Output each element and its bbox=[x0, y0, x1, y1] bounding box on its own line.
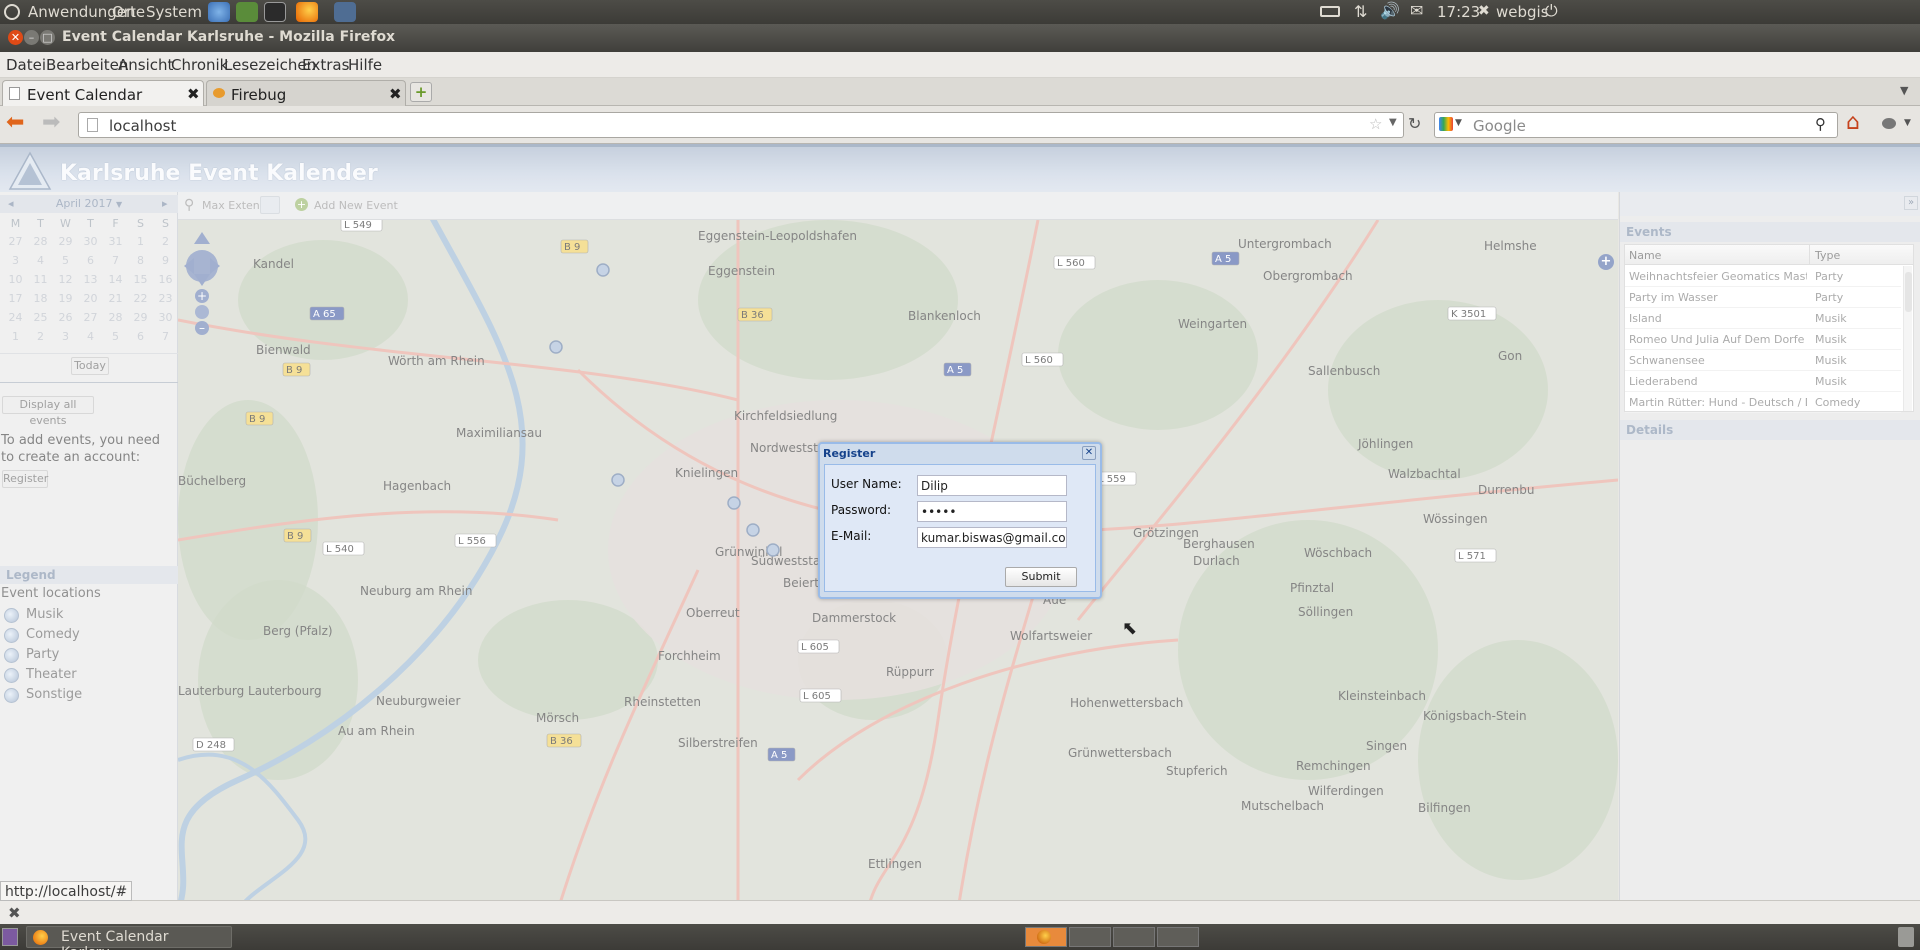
window-close-button[interactable]: ✕ bbox=[8, 30, 23, 45]
status-bar: http://localhost/# ✖ bbox=[0, 881, 1920, 924]
trash-icon[interactable] bbox=[1898, 927, 1914, 947]
google-icon[interactable] bbox=[1439, 117, 1453, 131]
workspace-3[interactable] bbox=[1113, 927, 1155, 947]
ubuntu-logo-icon[interactable] bbox=[4, 4, 20, 20]
top-panel: Anwendungen Orte System ⇅ 🔊 ✉ 17:23 ✖ we… bbox=[0, 0, 1920, 24]
url-text: localhost bbox=[109, 117, 177, 135]
search-icon[interactable]: ⚲ bbox=[1815, 115, 1826, 133]
menu-hilfe[interactable]: Hilfe bbox=[348, 56, 382, 74]
menu-orte[interactable]: Orte bbox=[112, 3, 145, 21]
firefox-workspace-icon bbox=[1037, 930, 1051, 944]
new-tab-button[interactable]: + bbox=[410, 82, 432, 102]
navigation-toolbar: ⬅ ➡ localhost ☆ ▼ ↻ ▼ Google ⚲ ⌂ ▼ bbox=[0, 106, 1920, 144]
user-icon: ✖ bbox=[1478, 3, 1490, 19]
status-url: http://localhost/# bbox=[0, 881, 133, 901]
menu-system[interactable]: System bbox=[146, 3, 202, 21]
password-label: Password: bbox=[831, 503, 892, 517]
clock[interactable]: 17:23 bbox=[1437, 3, 1480, 21]
user-name[interactable]: webgis bbox=[1496, 3, 1549, 21]
network-icon[interactable]: ⇅ bbox=[1354, 2, 1367, 21]
menu-extras[interactable]: Extras bbox=[302, 56, 349, 74]
firefox-launcher-icon[interactable] bbox=[296, 2, 318, 22]
dialog-body: User Name: Dilip Password: ••••• E-Mail:… bbox=[824, 464, 1096, 592]
password-field[interactable]: ••••• bbox=[917, 501, 1067, 522]
chromium-launcher-icon[interactable] bbox=[208, 2, 230, 22]
menu-datei[interactable]: Datei bbox=[6, 56, 46, 74]
bottom-taskbar: Event Calendar Karlsru... bbox=[0, 924, 1920, 950]
taskbar-window-label: Event Calendar Karlsru... bbox=[61, 929, 169, 950]
search-placeholder: Google bbox=[1473, 117, 1526, 135]
tab-event-calendar[interactable]: Event Calendar Karlsruhe ✖ bbox=[2, 80, 204, 122]
page-icon bbox=[9, 87, 20, 100]
power-icon[interactable]: ⏻ bbox=[1545, 1, 1558, 21]
workspace-2[interactable] bbox=[1069, 927, 1111, 947]
url-history-icon[interactable]: ▼ bbox=[1389, 117, 1397, 128]
volume-icon[interactable]: 🔊 bbox=[1380, 1, 1400, 20]
taskbar-window-button[interactable]: Event Calendar Karlsru... bbox=[26, 926, 232, 950]
tools-launcher-icon[interactable] bbox=[236, 2, 258, 22]
tab-bar: Event Calendar Karlsruhe ✖ Firebug ✖ + ▼ bbox=[0, 78, 1920, 122]
terminal-launcher-icon[interactable] bbox=[264, 2, 286, 22]
submit-button[interactable]: Submit bbox=[1005, 567, 1077, 587]
tab-firebug[interactable]: Firebug ✖ bbox=[206, 80, 406, 106]
battery-icon[interactable] bbox=[1320, 6, 1340, 17]
tab-close-icon[interactable]: ✖ bbox=[187, 85, 200, 103]
dialog-title: Register bbox=[823, 447, 876, 460]
page-icon bbox=[87, 118, 98, 132]
menu-ansicht[interactable]: Ansicht bbox=[118, 56, 173, 74]
back-icon[interactable]: ⬅ bbox=[6, 112, 24, 134]
addon-bar-close-icon[interactable]: ✖ bbox=[8, 904, 21, 922]
firefox-icon bbox=[33, 930, 48, 945]
username-field[interactable]: Dilip bbox=[917, 475, 1067, 496]
show-desktop-icon[interactable] bbox=[2, 928, 18, 946]
db-launcher-icon[interactable] bbox=[334, 2, 356, 22]
reload-icon[interactable]: ↻ bbox=[1408, 114, 1421, 133]
menu-chronik[interactable]: Chronik bbox=[171, 56, 228, 74]
email-field[interactable]: kumar.biswas@gmail.com bbox=[917, 527, 1067, 548]
window-title: Event Calendar Karlsruhe - Mozilla Firef… bbox=[62, 29, 396, 45]
firefox-menubar: Datei Bearbeiten Ansicht Chronik Lesezei… bbox=[0, 52, 1920, 78]
firebug-toolbar-icon[interactable] bbox=[1882, 118, 1896, 129]
workspace-4[interactable] bbox=[1157, 927, 1199, 947]
tab-list-icon[interactable]: ▼ bbox=[1900, 84, 1908, 97]
username-label: User Name: bbox=[831, 477, 902, 491]
window-maximize-button[interactable]: □ bbox=[40, 30, 55, 45]
tab-close-icon[interactable]: ✖ bbox=[389, 85, 402, 103]
search-bar[interactable]: ▼ Google ⚲ bbox=[1434, 112, 1838, 138]
window-titlebar: ✕ – □ Event Calendar Karlsruhe - Mozilla… bbox=[0, 24, 1920, 52]
window-minimize-button[interactable]: – bbox=[24, 30, 39, 45]
url-bar[interactable]: localhost ☆ ▼ bbox=[78, 112, 1404, 138]
register-dialog: Register ✕ User Name: Dilip Password: ••… bbox=[818, 442, 1102, 599]
dialog-close-icon[interactable]: ✕ bbox=[1082, 446, 1096, 460]
tab-label: Firebug bbox=[231, 86, 287, 104]
bookmark-star-icon[interactable]: ☆ bbox=[1369, 115, 1382, 133]
firebug-icon bbox=[213, 88, 225, 98]
mouse-cursor-icon: ⬉ bbox=[1122, 618, 1138, 639]
email-label: E-Mail: bbox=[831, 529, 872, 543]
menu-bearbeiten[interactable]: Bearbeiten bbox=[46, 56, 128, 74]
search-engine-dropdown-icon[interactable]: ▼ bbox=[1455, 118, 1462, 128]
mail-icon[interactable]: ✉ bbox=[1410, 1, 1423, 20]
firebug-dropdown-icon[interactable]: ▼ bbox=[1904, 118, 1911, 128]
forward-icon[interactable]: ➡ bbox=[42, 112, 60, 134]
home-icon[interactable]: ⌂ bbox=[1846, 112, 1860, 134]
